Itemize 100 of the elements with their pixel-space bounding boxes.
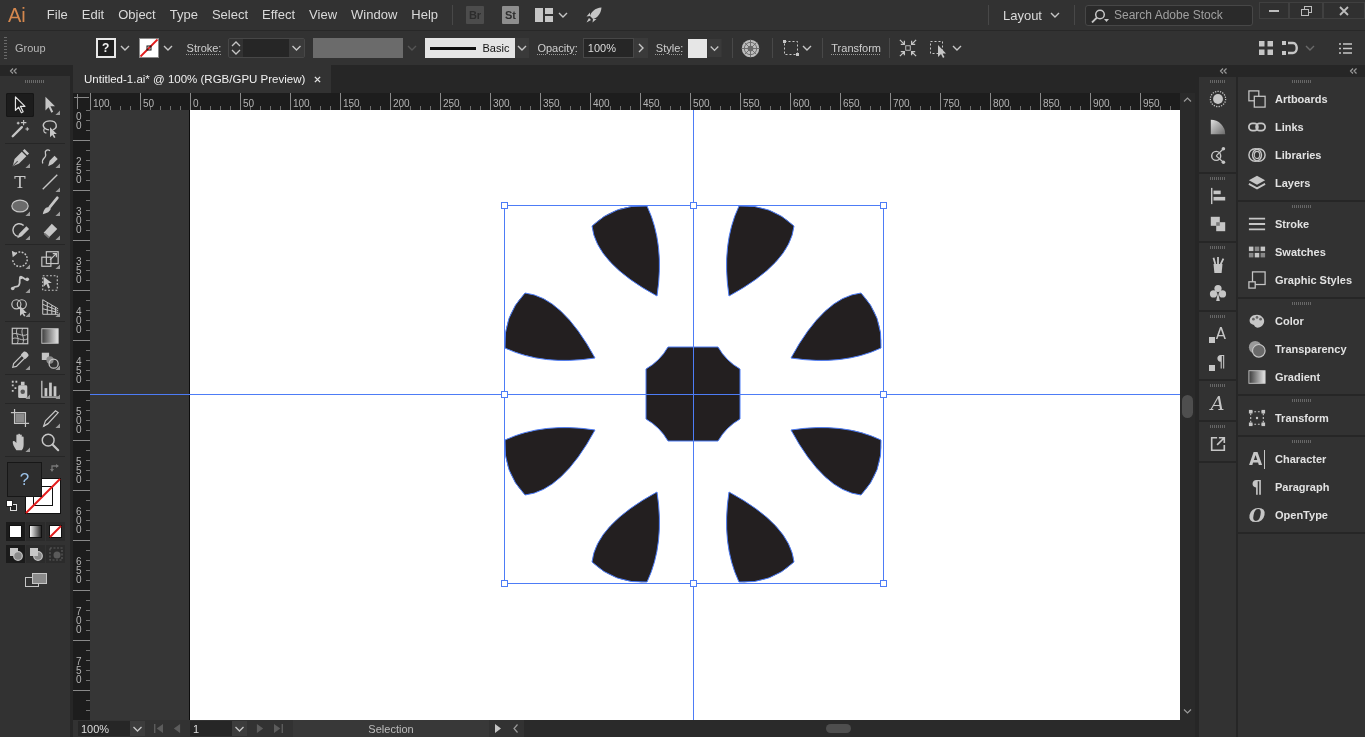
drag-handle[interactable] [1291, 302, 1312, 305]
panel-button[interactable]: Color [1238, 307, 1365, 335]
transform-link[interactable]: Transform [831, 42, 882, 54]
double-chevron-icon[interactable] [1219, 68, 1227, 74]
workspace-switcher[interactable]: Layout [1002, 5, 1060, 25]
filled-squares-icon[interactable] [1208, 215, 1227, 233]
chevron-down-icon[interactable] [130, 721, 145, 736]
panel-button[interactable]: Layers [1238, 169, 1365, 197]
chevron-left-icon[interactable] [513, 724, 518, 733]
export-arrow-icon[interactable] [1208, 435, 1227, 453]
magnet-icon[interactable] [1282, 40, 1300, 56]
panel-button[interactable]: ¶ Paragraph [1238, 473, 1365, 501]
resize-handle[interactable] [501, 202, 508, 209]
resize-handle[interactable] [690, 580, 697, 587]
draw-mode-button[interactable] [26, 545, 45, 563]
zoom-field[interactable]: 100% [78, 721, 130, 736]
menu-item[interactable]: Select [211, 7, 249, 23]
chevron-down-icon[interactable] [289, 39, 305, 57]
swap-arrows-icon[interactable] [50, 463, 60, 473]
menu-icon[interactable] [1339, 42, 1352, 54]
menu-item[interactable]: Object [118, 7, 156, 23]
close-icon[interactable] [314, 75, 322, 83]
align-left-icon[interactable] [1208, 187, 1227, 205]
draw-mode-button[interactable] [6, 545, 25, 563]
resize-handle[interactable] [880, 391, 887, 398]
chevron-down-icon[interactable] [1183, 709, 1192, 714]
play-icon[interactable] [495, 724, 501, 733]
window-layout-icon[interactable] [535, 8, 554, 22]
scroll-thumb[interactable] [1182, 395, 1193, 418]
stroke-swatch-icon[interactable] [138, 38, 159, 58]
drag-handle[interactable] [1209, 177, 1226, 180]
chevron-down-icon[interactable] [232, 721, 247, 736]
style-swatch-icon[interactable] [688, 38, 708, 58]
document-tab[interactable]: Untitled-1.ai* @ 100% (RGB/GPU Preview) [73, 65, 332, 93]
color-mode-button[interactable] [26, 522, 45, 541]
panel-button[interactable]: Gradient [1238, 363, 1365, 391]
wedge-shape[interactable] [726, 205, 795, 297]
drag-handle[interactable] [1209, 246, 1226, 249]
drag-handle[interactable] [4, 37, 7, 59]
color-mode-button[interactable] [6, 522, 25, 541]
dotted-circle-icon[interactable] [1208, 90, 1227, 108]
connected-nodes-icon[interactable] [1208, 146, 1227, 164]
close-button[interactable] [1323, 2, 1365, 19]
drag-handle[interactable] [1209, 425, 1226, 428]
glyph-icon[interactable]: A [1208, 325, 1227, 343]
wedge-shape[interactable] [591, 491, 660, 583]
drag-handle[interactable] [1209, 384, 1226, 387]
panel-button[interactable]: Stroke [1238, 210, 1365, 238]
opacity-link[interactable]: Opacity: [537, 42, 578, 54]
menu-item[interactable]: Effect [262, 7, 296, 23]
fill-swatch[interactable]: ? [7, 462, 42, 497]
panel-button[interactable]: Artboards [1238, 85, 1365, 113]
drag-handle[interactable] [25, 80, 45, 83]
opacity-field[interactable]: 100% [582, 38, 634, 58]
glyph-icon[interactable]: ¶ [1209, 353, 1226, 371]
menu-item[interactable]: Type [169, 7, 198, 23]
four-squares-icon[interactable] [1259, 41, 1273, 55]
scroll-thumb[interactable] [826, 724, 851, 733]
chevron-up-icon[interactable] [1183, 97, 1192, 102]
artboard-field[interactable]: 1 [190, 721, 232, 736]
panel-button[interactable]: Graphic Styles [1238, 266, 1365, 294]
double-chevron-icon[interactable] [1349, 68, 1357, 74]
wheel-icon[interactable] [741, 38, 761, 58]
chevron-down-icon[interactable] [515, 38, 530, 58]
menu-item[interactable]: File [46, 7, 68, 23]
club-icon[interactable] [1208, 284, 1227, 302]
crosshair-icon[interactable] [73, 93, 90, 110]
panel-button[interactable]: Libraries [1238, 141, 1365, 169]
wedge-shape[interactable] [504, 292, 596, 361]
drag-handle[interactable] [1209, 80, 1226, 83]
menu-item[interactable]: Window [351, 7, 398, 23]
color-mode-button[interactable] [46, 522, 65, 541]
menu-item[interactable]: Edit [81, 7, 105, 23]
panel-button[interactable]: O OpenType [1238, 501, 1365, 529]
resize-handle[interactable] [880, 202, 887, 209]
drag-handle[interactable] [1291, 399, 1312, 402]
panel-button[interactable]: A Character [1238, 445, 1365, 473]
glyph-icon[interactable]: A [1210, 394, 1225, 412]
resize-handle[interactable] [880, 580, 887, 587]
rocket-icon[interactable] [586, 7, 603, 23]
octagon-shape[interactable] [645, 346, 741, 442]
brush-dropdown[interactable]: Basic [425, 38, 516, 58]
default-colors-icon[interactable] [6, 500, 17, 511]
panel-button[interactable]: Transparency [1238, 335, 1365, 363]
wedge-shape[interactable] [591, 205, 660, 297]
tool-button[interactable] [6, 93, 34, 117]
chevron-down-icon[interactable] [707, 39, 723, 57]
wedge-shape[interactable] [790, 292, 882, 361]
minimize-button[interactable] [1259, 2, 1289, 19]
stroke-weight-field[interactable] [228, 38, 306, 58]
drag-handle[interactable] [1291, 80, 1312, 83]
wedge-shape[interactable] [726, 491, 795, 583]
search-field[interactable]: Search Adobe Stock [1085, 4, 1253, 26]
style-link[interactable]: Style: [655, 42, 684, 54]
dashed-square-icon[interactable] [783, 40, 800, 56]
fill-swatch[interactable]: ? [95, 38, 116, 58]
menu-item[interactable]: Help [411, 7, 439, 23]
double-chevron-icon[interactable] [9, 67, 17, 74]
resize-handle[interactable] [501, 580, 508, 587]
drag-handle[interactable] [1291, 440, 1312, 443]
